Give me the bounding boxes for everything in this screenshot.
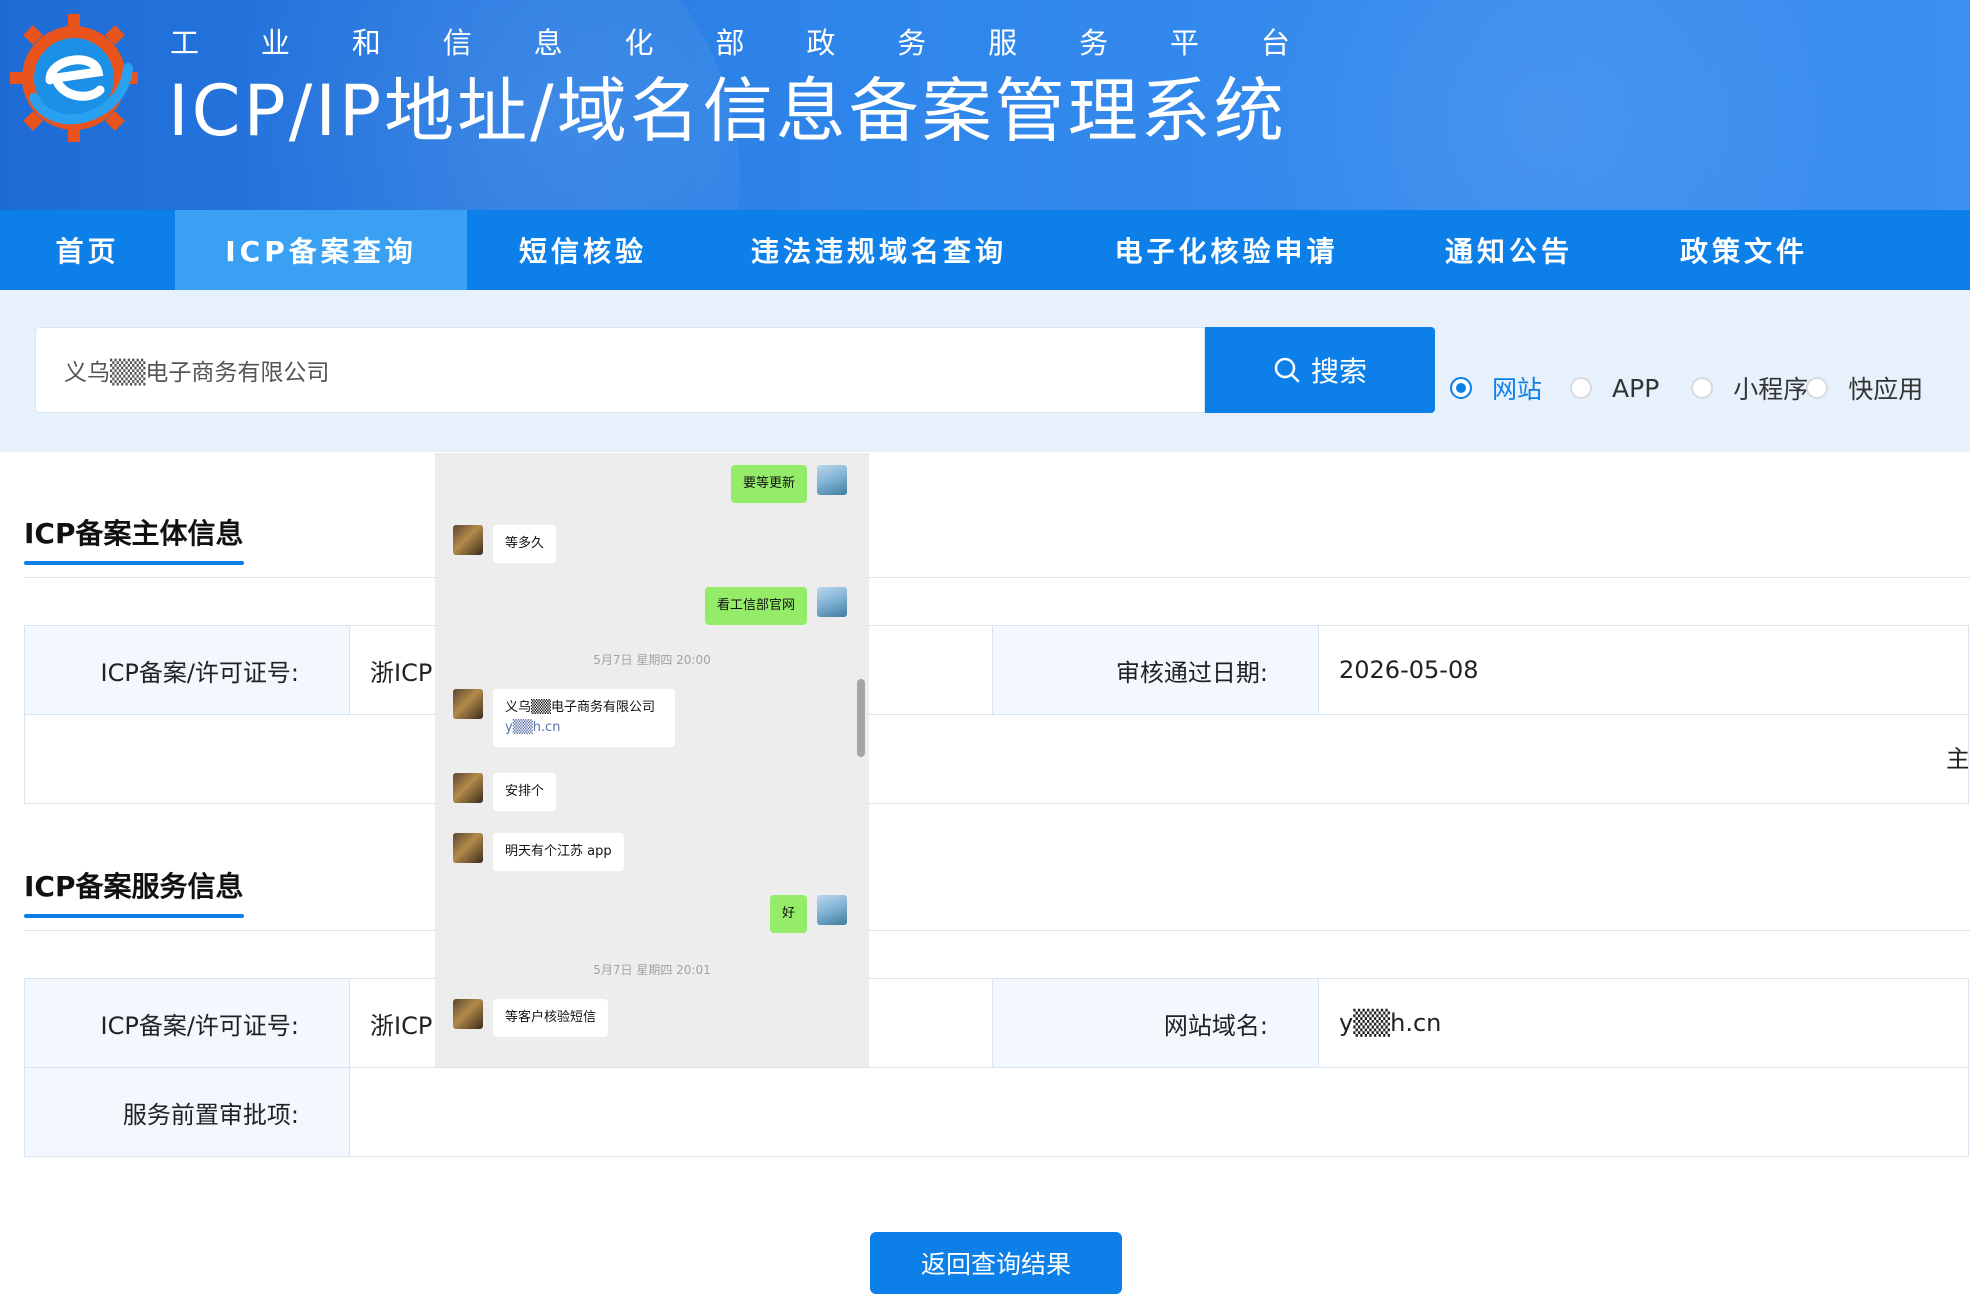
radio-quickapp[interactable]: 快应用	[1806, 370, 1923, 406]
radio-miniprogram[interactable]: 小程序	[1691, 370, 1808, 406]
search-area: 搜索 网站 APP 小程序 快应用	[0, 290, 1970, 452]
chat-scrollbar[interactable]	[857, 679, 865, 757]
subtitle-char: 台	[1260, 26, 1290, 60]
chat-bubble: 明天有个江苏 app	[493, 833, 624, 871]
my-avatar	[817, 895, 847, 925]
header-subtitle: 工业和信息化部政务服务平台	[170, 20, 1290, 60]
subtitle-char: 化	[624, 26, 654, 60]
chat-bubble: 安排个	[493, 773, 557, 811]
subtitle-char: 息	[533, 26, 563, 60]
friend-avatar	[453, 999, 483, 1029]
approval-date-label: 审核通过日期:	[992, 625, 1319, 715]
radio-label: APP	[1612, 373, 1660, 403]
search-button[interactable]: 搜索	[1205, 327, 1435, 413]
subtitle-char: 务	[897, 26, 927, 60]
nav-sms-verify[interactable]: 短信核验	[467, 210, 699, 290]
nav-home[interactable]: 首页	[0, 210, 175, 290]
system-title: ICP/IP地址/域名信息备案管理系统	[168, 70, 1287, 152]
radio-dot	[1806, 377, 1829, 399]
license-label: ICP备案/许可证号:	[24, 978, 350, 1068]
section-underline	[24, 561, 244, 565]
friend-avatar	[453, 773, 483, 803]
chat-message-incoming: 等客户核验短信	[453, 999, 609, 1037]
nav-policy[interactable]: 政策文件	[1624, 210, 1864, 290]
search-type-group: 网站 APP 小程序 快应用	[1450, 370, 1941, 406]
search-button-label: 搜索	[1310, 355, 1367, 388]
subtitle-char: 工	[170, 26, 200, 60]
subtitle-char: 务	[1079, 26, 1109, 60]
radio-label: 网站	[1492, 375, 1543, 404]
subtitle-char: 和	[351, 26, 381, 60]
search-input[interactable]	[36, 328, 1204, 412]
radio-dot	[1570, 377, 1593, 399]
radio-app[interactable]: APP	[1570, 374, 1659, 403]
search-icon	[1274, 357, 1300, 383]
radio-label: 小程序	[1733, 375, 1809, 404]
back-to-results-button[interactable]: 返回查询结果	[870, 1232, 1122, 1294]
nav-icp-query[interactable]: ICP备案查询	[175, 210, 467, 290]
subtitle-char: 平	[1169, 26, 1199, 60]
radio-dot	[1691, 377, 1714, 399]
chat-bubble: 要等更新	[730, 465, 807, 503]
my-avatar	[817, 465, 847, 495]
chat-bubble: 看工信部官网	[704, 587, 807, 625]
chat-message-outgoing: 要等更新	[730, 465, 847, 503]
chat-message-incoming: 等多久	[453, 525, 557, 563]
friend-avatar	[453, 689, 483, 719]
chat-message-outgoing: 好	[769, 895, 847, 933]
section-underline	[24, 914, 244, 918]
subject-info-table: ICP备案/许可证号: 浙ICP 审核通过日期: 2026-05-08 主	[24, 625, 1969, 804]
section-divider	[24, 930, 1970, 931]
section-divider	[24, 577, 1970, 578]
preapproval-value	[349, 1067, 1969, 1157]
chat-screenshot-overlay: 要等更新 等多久 看工信部官网 5月7日 星期四 20:00 义乌▒▒电子商务有…	[435, 453, 869, 1067]
domain-value: y▒▒h.cn	[1318, 978, 1969, 1068]
subject-section-title: ICP备案主体信息	[24, 517, 244, 550]
chat-message-incoming: 义乌▒▒电子商务有限公司 y▒▒h.cn	[453, 689, 675, 747]
chat-timestamp: 5月7日 星期四 20:00	[593, 653, 711, 667]
my-avatar	[817, 587, 847, 617]
friend-avatar	[453, 525, 483, 555]
search-box	[35, 327, 1205, 413]
chat-link[interactable]: y▒▒h.cn	[505, 718, 655, 738]
subtitle-char: 政	[806, 26, 836, 60]
preapproval-label: 服务前置审批项:	[24, 1067, 350, 1157]
friend-avatar	[453, 833, 483, 863]
chat-bubble: 义乌▒▒电子商务有限公司 y▒▒h.cn	[493, 689, 675, 747]
miit-logo-icon	[10, 14, 138, 142]
chat-bubble-text: 义乌▒▒电子商务有限公司	[505, 700, 655, 715]
radio-website[interactable]: 网站	[1450, 370, 1542, 406]
nav-e-verify[interactable]: 电子化核验申请	[1059, 210, 1394, 290]
domain-label: 网站域名:	[992, 978, 1319, 1068]
subtitle-char: 业	[260, 26, 290, 60]
radio-label: 快应用	[1848, 375, 1924, 404]
approval-date-value: 2026-05-08	[1318, 625, 1969, 715]
chat-message-outgoing: 看工信部官网	[704, 587, 847, 625]
license-label: ICP备案/许可证号:	[24, 625, 350, 715]
chat-bubble: 等多久	[493, 525, 557, 563]
service-info-table: ICP备案/许可证号: 浙ICP 网站域名: y▒▒h.cn 服务前置审批项:	[24, 978, 1969, 1157]
chat-message-incoming: 安排个	[453, 773, 557, 811]
subtitle-char: 信	[442, 26, 472, 60]
site-header: 工 业 和 信 息 化 部 政 务 服 务 平 台 ICP/IP地址/域名信息备案管理系统	[0, 0, 1970, 210]
chat-bubble: 好	[769, 895, 807, 933]
chat-bubble: 等客户核验短信	[493, 999, 609, 1037]
nav-notices[interactable]: 通知公告	[1394, 210, 1624, 290]
subtitle-char: 服	[988, 26, 1018, 60]
subtitle-char: 部	[715, 26, 745, 60]
nav-illegal-domain[interactable]: 违法违规域名查询	[699, 210, 1059, 290]
main-nav: 首页 ICP备案查询 短信核验 违法违规域名查询 电子化核验申请 通知公告 政策…	[0, 210, 1970, 290]
chat-timestamp: 5月7日 星期四 20:01	[593, 963, 711, 977]
truncated-label: 主	[1946, 744, 1968, 773]
chat-message-incoming: 明天有个江苏 app	[453, 833, 624, 871]
radio-dot	[1450, 377, 1472, 399]
service-section-title: ICP备案服务信息	[24, 870, 244, 903]
subject-extra-row: 主	[24, 714, 1969, 804]
